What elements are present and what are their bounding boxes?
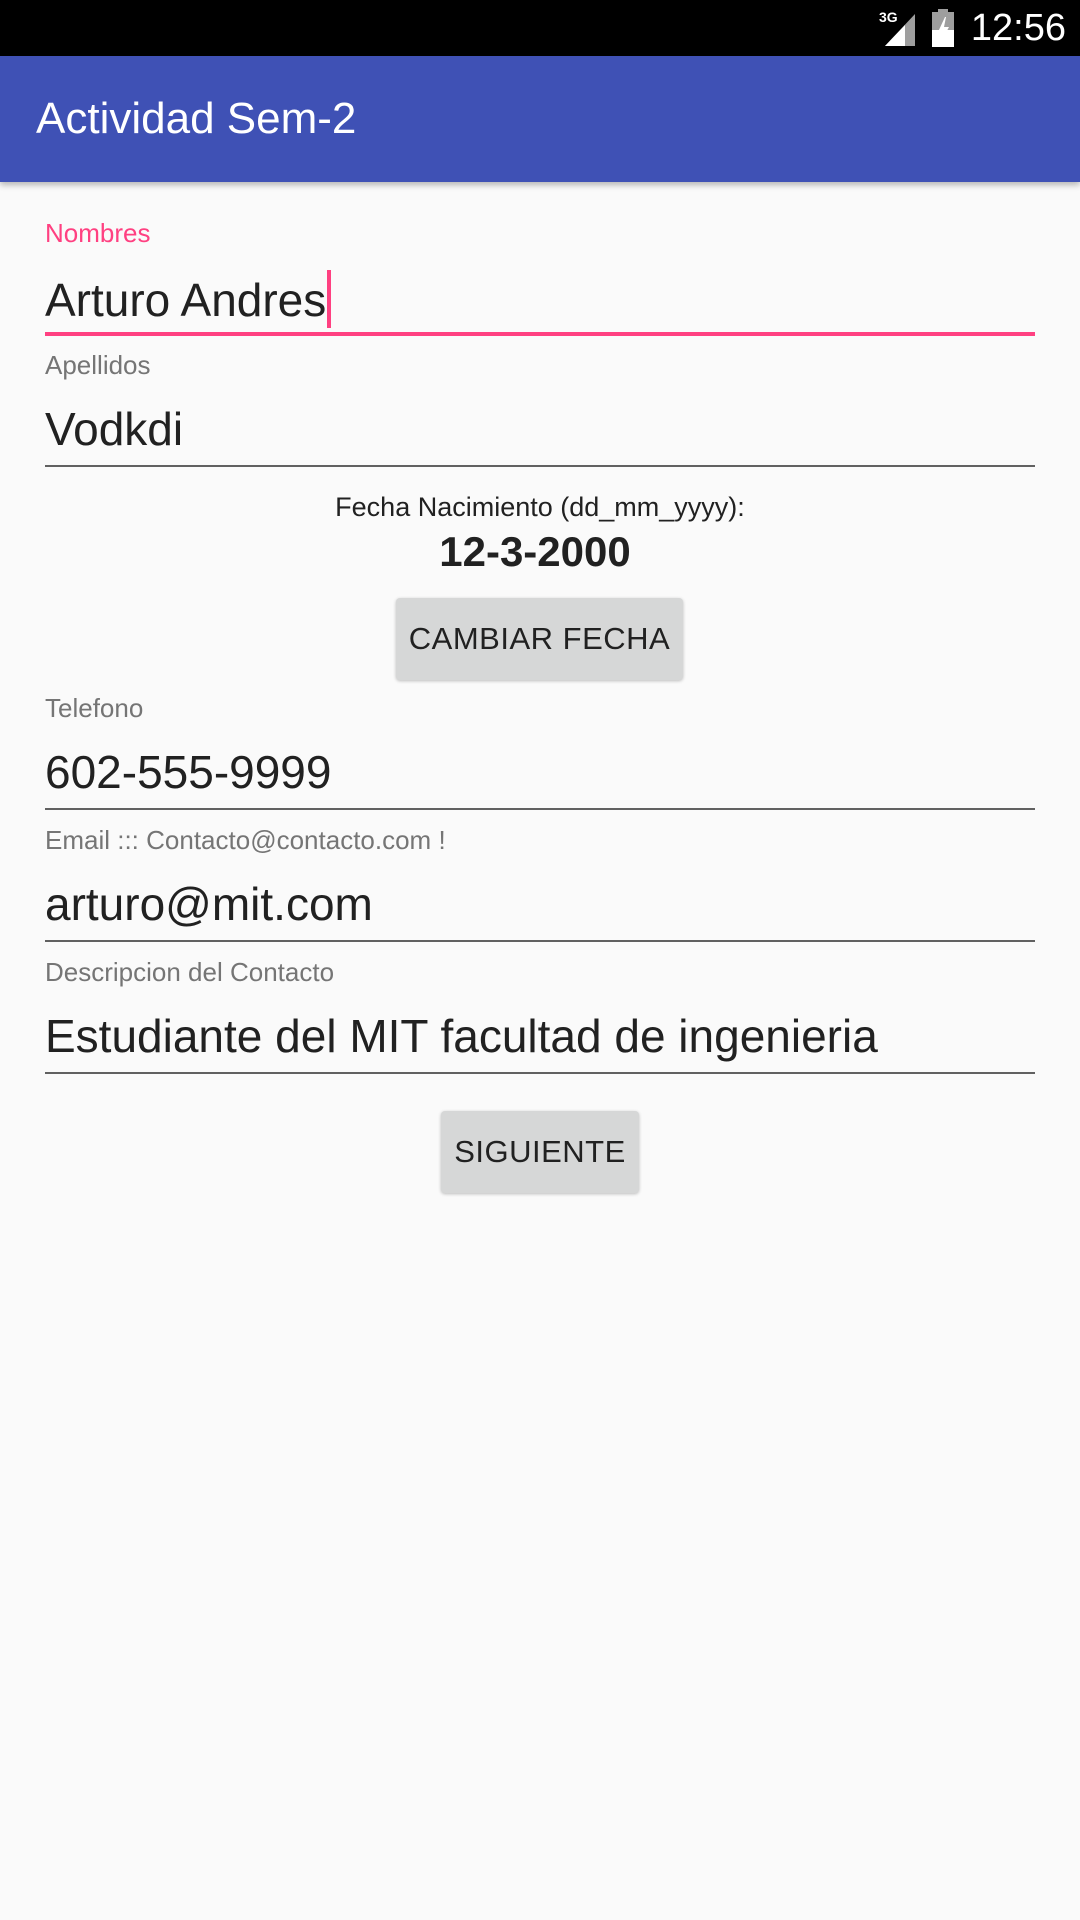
siguiente-button[interactable]: SIGUIENTE xyxy=(441,1111,639,1193)
telefono-underline xyxy=(45,808,1035,810)
cambiar-fecha-button[interactable]: CAMBIAR FECHA xyxy=(396,598,683,680)
nombres-field[interactable]: Nombres Arturo Andres xyxy=(45,218,1035,338)
nombres-underline xyxy=(45,332,1035,336)
email-input[interactable]: arturo@mit.com xyxy=(45,877,373,931)
app-bar: Actividad Sem-2 xyxy=(0,56,1080,182)
fecha-label: Fecha Nacimiento (dd_mm_yyyy): xyxy=(335,492,745,522)
email-field[interactable]: Email ::: Contacto@contacto.com ! arturo… xyxy=(45,825,1035,945)
email-label: Email ::: Contacto@contacto.com ! xyxy=(45,825,446,855)
apellidos-input[interactable]: Vodkdi xyxy=(45,402,183,456)
nombres-label: Nombres xyxy=(45,218,151,248)
nombres-value: Arturo Andres xyxy=(45,274,327,326)
text-cursor xyxy=(327,270,332,328)
nombres-input[interactable]: Arturo Andres xyxy=(45,270,332,328)
apellidos-underline xyxy=(45,465,1035,467)
apellidos-field[interactable]: Apellidos Vodkdi xyxy=(45,350,1035,470)
telefono-input[interactable]: 602-555-9999 xyxy=(45,745,331,799)
apellidos-label: Apellidos xyxy=(45,350,151,380)
descripcion-input[interactable]: Estudiante del MIT facultad de ingenieri… xyxy=(45,1009,878,1063)
status-bar: 3G 12:56 xyxy=(0,0,1080,56)
app-title: Actividad Sem-2 xyxy=(36,94,357,143)
descripcion-label: Descripcion del Contacto xyxy=(45,957,335,987)
battery-icon xyxy=(931,9,954,47)
status-icons: 3G 12:56 xyxy=(879,6,1066,50)
fecha-value: 12-3-2000 xyxy=(439,528,631,575)
telefono-field[interactable]: Telefono 602-555-9999 xyxy=(45,693,1035,813)
descripcion-field[interactable]: Descripcion del Contacto Estudiante del … xyxy=(45,957,1035,1077)
network-type-label: 3G xyxy=(879,9,898,25)
telefono-label: Telefono xyxy=(45,693,144,723)
status-time: 12:56 xyxy=(970,6,1066,49)
email-underline xyxy=(45,940,1035,942)
descripcion-underline xyxy=(45,1072,1035,1074)
signal-icon: 3G xyxy=(879,9,915,46)
